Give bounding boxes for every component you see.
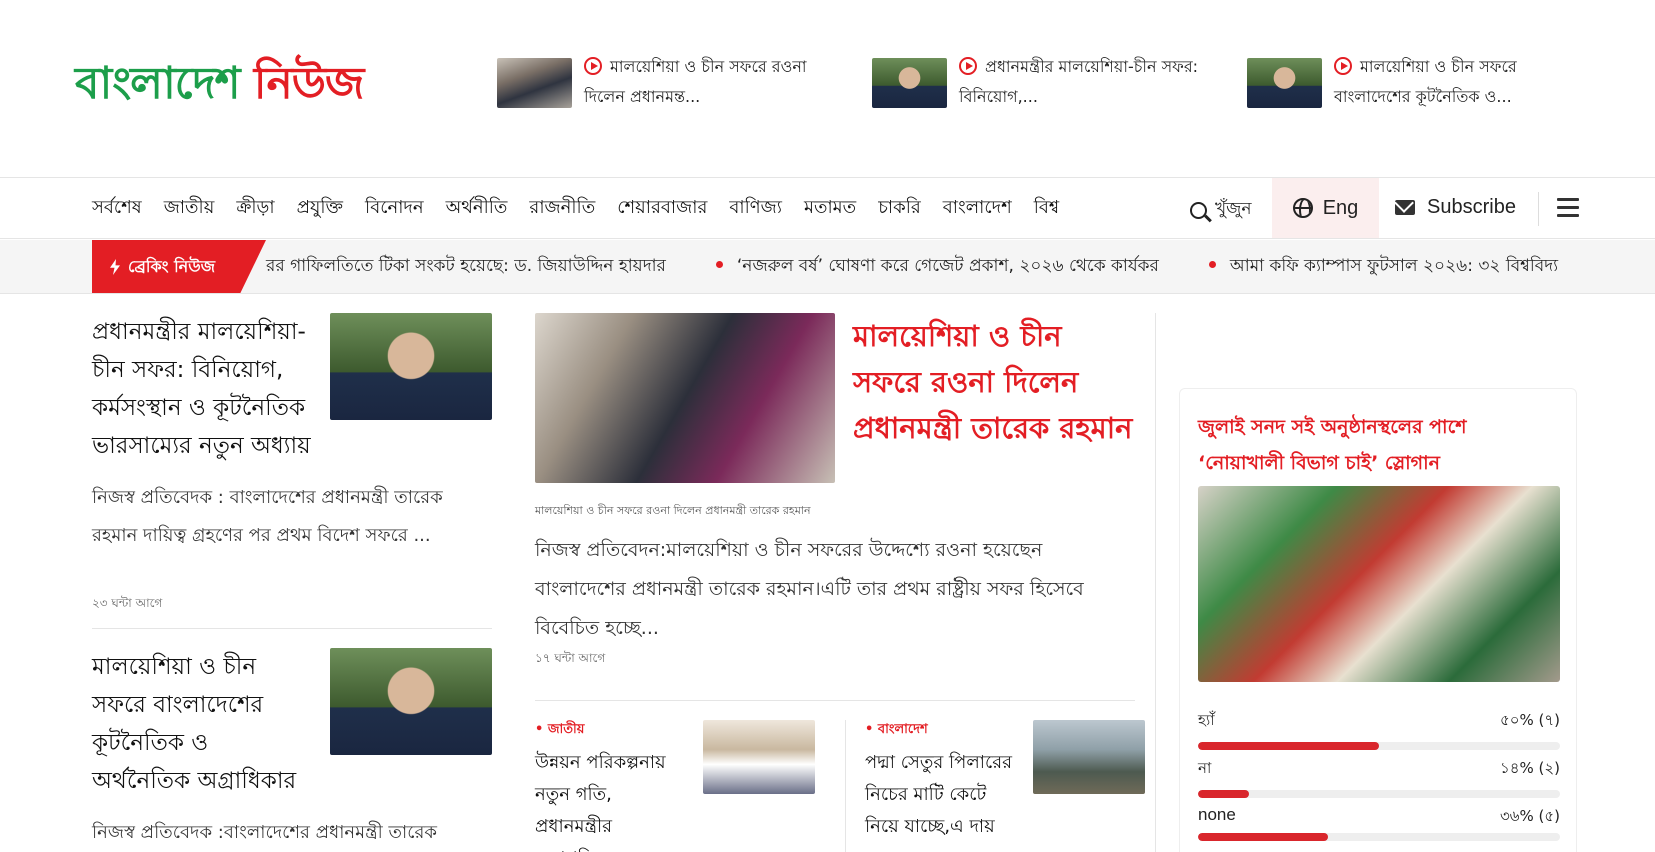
search-button[interactable]: খুঁজুন bbox=[1190, 196, 1252, 224]
poll-option[interactable]: হ্যাঁ ৫০% (৭) bbox=[1198, 709, 1560, 750]
story-image[interactable] bbox=[1033, 720, 1145, 794]
lead-image-caption: মালয়েশিয়া ও চীন সফরে রওনা দিলেন প্রধান… bbox=[535, 504, 811, 517]
nav-item-sports[interactable]: ক্রীড়া bbox=[236, 193, 274, 224]
bullet-dot bbox=[1208, 261, 1216, 268]
poll-progress-fill bbox=[1198, 790, 1249, 798]
poll-widget: জুলাই সনদ সই অনুষ্ঠানস্থলের পাশে ‘নোয়াখ… bbox=[1179, 388, 1577, 852]
nav-item-politics[interactable]: রাজনীতি bbox=[529, 193, 595, 224]
column-divider bbox=[1155, 313, 1156, 852]
search-label: খুঁজুন bbox=[1215, 199, 1252, 219]
poll-option-result: ৩৬% (৫) bbox=[1500, 807, 1560, 825]
poll-progress-fill bbox=[1198, 742, 1379, 750]
poll-question[interactable]: জুলাই সনদ সই অনুষ্ঠানস্থলের পাশে ‘নোয়াখ… bbox=[1198, 409, 1558, 481]
nav-item-bangladesh[interactable]: বাংলাদেশ bbox=[943, 193, 1012, 224]
poll-option-result: ৫০% (৭) bbox=[1500, 711, 1560, 729]
top-news-title[interactable]: মালয়েশিয়া ও চীন সফরে রওনা দিলেন প্রধান… bbox=[584, 57, 807, 106]
menu-icon[interactable] bbox=[1557, 198, 1579, 218]
top-news-item[interactable]: মালয়েশিয়া ও চীন সফরে রওনা দিলেন প্রধান… bbox=[497, 57, 837, 112]
nav-divider bbox=[1538, 192, 1539, 226]
ticker-item[interactable]: রর গাফিলতিতে টিকা সংকট হয়েছে: ড. জিয়াউ… bbox=[266, 253, 666, 281]
story-excerpt: নিজস্ব প্রতিবেদক :বাংলাদেশের প্রধানমন্ত্… bbox=[92, 822, 437, 843]
play-icon bbox=[1334, 57, 1352, 75]
top-news-item[interactable]: মালয়েশিয়া ও চীন সফরে বাংলাদেশের কূটনৈত… bbox=[1247, 57, 1587, 112]
play-icon bbox=[584, 57, 602, 75]
globe-icon bbox=[1292, 198, 1313, 218]
story-headline[interactable]: প্রধানমন্ত্রীর মালয়েশিয়া-চীন সফর: বিনি… bbox=[92, 313, 312, 465]
lead-story-timestamp: ১৭ ঘন্টা আগে bbox=[535, 651, 606, 665]
logo-part1: বাংলাদেশ bbox=[75, 58, 241, 109]
poll-progress-bar bbox=[1198, 742, 1560, 750]
poll-option[interactable]: না ১৪% (২) bbox=[1198, 757, 1560, 798]
lead-story-excerpt: নিজস্ব প্রতিবেদন:মালয়েশিয়া ও চীন সফরের… bbox=[535, 539, 1084, 639]
top-news-title[interactable]: মালয়েশিয়া ও চীন সফরে বাংলাদেশের কূটনৈত… bbox=[1334, 57, 1517, 106]
story-image[interactable] bbox=[330, 313, 492, 420]
nav-item-entertainment[interactable]: বিনোদন bbox=[365, 193, 424, 224]
story-divider bbox=[92, 628, 492, 629]
story-image[interactable] bbox=[330, 648, 492, 755]
nav-item-national[interactable]: জাতীয় bbox=[164, 193, 215, 224]
story-timestamp: ২৩ ঘন্টা আগে bbox=[92, 596, 163, 610]
logo-part2: নিউজ bbox=[253, 58, 364, 109]
poll-image bbox=[1198, 486, 1560, 682]
nav-item-latest[interactable]: সর্বশেষ bbox=[92, 193, 142, 224]
nav-item-technology[interactable]: প্রযুক্তি bbox=[297, 193, 343, 224]
breaking-news-bar: রর গাফিলতিতে টিকা সংকট হয়েছে: ড. জিয়াউ… bbox=[0, 240, 1655, 294]
subscribe-button[interactable]: Subscribe bbox=[1395, 196, 1516, 219]
story-headline[interactable]: উন্নয়ন পরিকল্পনায় নতুন গতি, প্রধানমন্ত… bbox=[535, 747, 685, 852]
top-news-title[interactable]: প্রধানমন্ত্রীর মালয়েশিয়া-চীন সফর: বিনি… bbox=[959, 57, 1198, 106]
bullet-dot bbox=[715, 261, 723, 268]
poll-progress-bar bbox=[1198, 790, 1560, 798]
small-story-card[interactable]: বাংলাদেশ পদ্মা সেতুর পিলারের নিচের মাটি … bbox=[865, 720, 1145, 843]
main-nav: সর্বশেষ জাতীয় ক্রীড়া প্রযুক্তি বিনোদন … bbox=[0, 177, 1655, 239]
nav-item-opinion[interactable]: মতামত bbox=[804, 193, 856, 224]
language-toggle-button[interactable]: Eng bbox=[1272, 178, 1379, 238]
story-headline[interactable]: পদ্মা সেতুর পিলারের নিচের মাটি কেটে নিয়… bbox=[865, 747, 1015, 843]
nav-item-jobs[interactable]: চাকরি bbox=[878, 193, 921, 224]
poll-progress-fill bbox=[1198, 833, 1329, 841]
site-logo[interactable]: বাংলাদেশ নিউজ bbox=[75, 50, 364, 123]
poll-option-result: ১৪% (২) bbox=[1500, 759, 1560, 777]
left-story-card[interactable]: মালয়েশিয়া ও চীন সফরে বাংলাদেশের কূটনৈত… bbox=[92, 648, 492, 852]
poll-progress-bar bbox=[1198, 833, 1560, 841]
subscribe-label: Subscribe bbox=[1427, 196, 1516, 218]
center-divider bbox=[535, 700, 1135, 701]
top-news-thumbnail[interactable] bbox=[872, 58, 947, 108]
nav-item-world[interactable]: বিশ্ব bbox=[1034, 193, 1059, 224]
nav-item-economy[interactable]: অর্থনীতি bbox=[446, 193, 508, 224]
nav-item-commerce[interactable]: বাণিজ্য bbox=[729, 193, 782, 224]
lightning-icon bbox=[110, 259, 120, 275]
story-headline[interactable]: মালয়েশিয়া ও চীন সফরে বাংলাদেশের কূটনৈত… bbox=[92, 648, 312, 800]
top-news-thumbnail[interactable] bbox=[1247, 58, 1322, 108]
nav-menu: সর্বশেষ জাতীয় ক্রীড়া প্রযুক্তি বিনোদন … bbox=[92, 178, 1059, 238]
poll-option[interactable]: none ৩৬% (৫) bbox=[1198, 805, 1560, 841]
breaking-news-label: ব্রেকিং নিউজ bbox=[92, 240, 266, 293]
lead-story-image[interactable] bbox=[535, 313, 835, 483]
lead-story-headline[interactable]: মালয়েশিয়া ও চীন সফরে রওনা দিলেন প্রধান… bbox=[853, 313, 1133, 451]
language-label: Eng bbox=[1322, 196, 1359, 219]
mail-icon bbox=[1395, 200, 1415, 215]
center-vertical-divider bbox=[845, 720, 846, 852]
small-story-card[interactable]: জাতীয় উন্নয়ন পরিকল্পনায় নতুন গতি, প্র… bbox=[535, 720, 815, 852]
top-news-item[interactable]: প্রধানমন্ত্রীর মালয়েশিয়া-চীন সফর: বিনি… bbox=[872, 57, 1212, 112]
play-icon bbox=[959, 57, 977, 75]
ticker-item[interactable]: আমা কফি ক্যাম্পাস ফুটসাল ২০২৬: ৩২ বিশ্বব… bbox=[1208, 253, 1558, 281]
top-news-thumbnail[interactable] bbox=[497, 58, 572, 108]
nav-item-stock-market[interactable]: শেয়ারবাজার bbox=[617, 193, 707, 224]
left-story-card[interactable]: প্রধানমন্ত্রীর মালয়েশিয়া-চীন সফর: বিনি… bbox=[92, 313, 492, 615]
ticker-item[interactable]: ‘নজরুল বর্ষ’ ঘোষণা করে গেজেট প্রকাশ, ২০২… bbox=[715, 253, 1159, 281]
story-image[interactable] bbox=[703, 720, 815, 794]
breaking-ticker: রর গাফিলতিতে টিকা সংকট হয়েছে: ড. জিয়াউ… bbox=[266, 240, 1608, 293]
breaking-label-text: ব্রেকিং নিউজ bbox=[128, 256, 216, 276]
story-excerpt: নিজস্ব প্রতিবেদক : বাংলাদেশের প্রধানমন্ত… bbox=[92, 487, 443, 546]
search-icon bbox=[1190, 201, 1207, 219]
